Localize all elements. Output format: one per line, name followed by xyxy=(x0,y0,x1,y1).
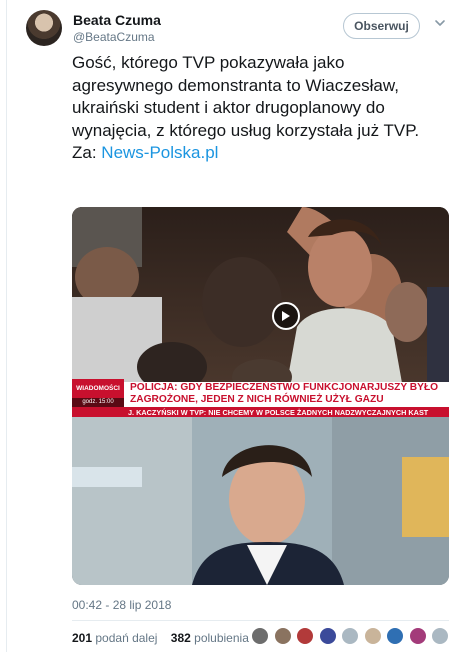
likes-label[interactable]: polubienia xyxy=(194,631,249,645)
author-handle[interactable]: @BeataCzuma xyxy=(73,30,155,44)
news-headline: POLICJA: GDY BEZPIECZEŃSTWO FUNKCJONARJU… xyxy=(124,382,449,407)
divider xyxy=(72,620,449,621)
broadcast-clock: godz. 15:00 xyxy=(72,398,124,407)
play-icon xyxy=(282,311,290,321)
tweet-text: Gość, którego TVP pokazywała jako agresy… xyxy=(72,52,422,165)
author-name[interactable]: Beata Czuma xyxy=(73,12,161,28)
liker-avatar[interactable] xyxy=(251,627,269,645)
tweet-stats: 201 podań dalej 382 polubienia xyxy=(72,631,249,645)
studio-frame xyxy=(72,417,449,585)
protest-frame xyxy=(72,207,449,383)
retweets-count[interactable]: 201 xyxy=(72,631,92,645)
liker-avatar[interactable] xyxy=(273,627,292,645)
video-player[interactable]: WIADOMOŚCI godz. 15:00 POLICJA: GDY BEZP… xyxy=(72,207,449,585)
tweet-timestamp[interactable]: 00:42 - 28 lip 2018 xyxy=(72,598,171,612)
retweets-label[interactable]: podań dalej xyxy=(95,631,157,645)
liker-avatar[interactable] xyxy=(408,627,427,645)
source-link[interactable]: News-Polska.pl xyxy=(101,143,218,162)
thread-rule xyxy=(6,0,7,652)
channel-logo: WIADOMOŚCI godz. 15:00 xyxy=(72,379,124,417)
play-button[interactable] xyxy=(272,302,300,330)
follow-button[interactable]: Obserwuj xyxy=(343,13,420,39)
channel-name: WIADOMOŚCI xyxy=(76,385,120,392)
liker-avatar[interactable] xyxy=(341,627,359,645)
avatar[interactable] xyxy=(26,10,62,46)
liker-avatar[interactable] xyxy=(431,627,449,645)
liker-avatar[interactable] xyxy=(296,627,314,645)
liker-avatar[interactable] xyxy=(363,627,382,645)
liker-avatar[interactable] xyxy=(386,627,404,645)
liker-avatars xyxy=(251,627,454,645)
liker-avatar[interactable] xyxy=(318,627,337,645)
chevron-down-icon[interactable] xyxy=(433,16,447,30)
likes-count[interactable]: 382 xyxy=(171,631,191,645)
